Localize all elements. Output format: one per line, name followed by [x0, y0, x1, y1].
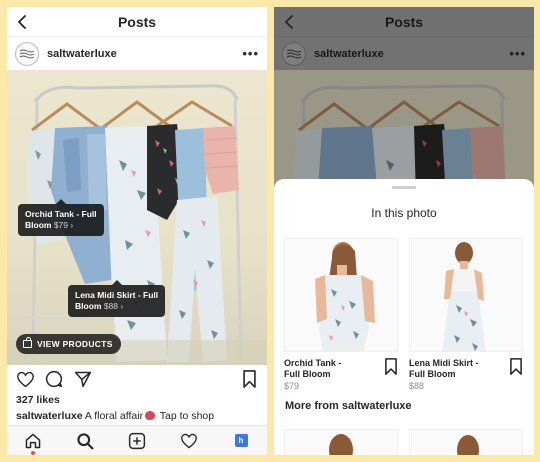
profile-avatar: h — [234, 434, 248, 447]
header: Posts — [7, 7, 267, 37]
view-products-label: VIEW PRODUCTS — [37, 339, 113, 349]
product-sheet-screen: Posts saltwaterluxe ••• In this photo Or… — [274, 7, 534, 455]
account-row: saltwaterluxe ••• — [7, 37, 267, 70]
model-photo — [315, 242, 375, 351]
product-sheet: In this photo Orchid Tank - Full Bloom $… — [274, 179, 534, 455]
tag-name-line2: Bloom — [75, 301, 102, 311]
product-image — [284, 238, 398, 352]
caption-username[interactable]: saltwaterluxe — [16, 410, 83, 422]
more-product-thumb[interactable] — [409, 429, 523, 455]
likes-count[interactable]: 327 likes — [16, 394, 60, 406]
home-icon[interactable] — [22, 430, 44, 455]
comment-icon[interactable] — [44, 369, 64, 389]
more-product-thumb[interactable] — [284, 429, 398, 455]
model-photo — [442, 242, 486, 351]
tag-price: $79 › — [53, 220, 74, 230]
product-price: $88 — [409, 381, 425, 391]
page-title: Posts — [117, 13, 157, 30]
product-card-lena-skirt[interactable]: Lena Midi Skirt - Full Bloom $88 — [409, 238, 523, 391]
sheet-title: In this photo — [371, 206, 437, 220]
product-name-line2: Full Bloom — [284, 369, 331, 379]
back-chevron-icon[interactable] — [15, 13, 31, 31]
more-dots-icon[interactable]: ••• — [242, 46, 259, 61]
waves-logo-icon — [19, 49, 35, 58]
model-photo — [329, 434, 353, 455]
product-tag-orchid-tank[interactable]: Orchid Tank - Full Bloom $79 › — [18, 199, 104, 236]
heart-icon[interactable] — [15, 369, 35, 389]
share-icon[interactable] — [73, 369, 93, 389]
post-actions — [7, 367, 267, 391]
more-from-heading: More from saltwaterluxe — [285, 400, 412, 412]
product-price: $79 — [284, 381, 300, 391]
tag-name-line2: Bloom — [25, 220, 52, 230]
product-name: Lena Midi Skirt - Full Bloom — [409, 358, 499, 380]
product-name-line1: Lena Midi Skirt - — [409, 358, 479, 368]
bookmark-icon[interactable] — [384, 358, 398, 375]
activity-icon[interactable] — [178, 430, 200, 452]
bottom-tab-bar: h — [7, 425, 267, 455]
caption: saltwaterluxe A floral affair Tap to sho… — [16, 410, 263, 422]
tag-name-line1: Orchid Tank - Full — [25, 209, 97, 219]
bookmark-icon[interactable] — [509, 358, 523, 375]
hibiscus-emoji-icon — [145, 411, 156, 420]
product-name-line2: Full Bloom — [409, 369, 456, 379]
model-photo — [457, 435, 479, 455]
new-post-icon[interactable] — [126, 430, 148, 452]
post-photo[interactable]: Orchid Tank - Full Bloom $79 › Lena Midi… — [7, 70, 267, 365]
shopping-bag-icon — [23, 337, 32, 348]
caption-cta: Tap to shop — [159, 410, 215, 422]
sheet-grabber[interactable] — [392, 186, 416, 189]
caption-text: A floral affair — [84, 410, 144, 422]
avatar[interactable] — [15, 41, 39, 66]
notification-dot — [31, 450, 35, 455]
tag-price: $88 › — [103, 301, 124, 311]
username-link[interactable]: saltwaterluxe — [47, 48, 242, 60]
product-card-orchid-tank[interactable]: Orchid Tank - Full Bloom $79 — [284, 238, 398, 391]
product-image — [409, 238, 523, 352]
bookmark-icon[interactable] — [239, 369, 259, 389]
post-screen: Posts saltwaterluxe ••• Orchid Tank - Fu… — [7, 7, 267, 455]
tag-name-line1: Lena Midi Skirt - Full — [75, 290, 159, 300]
view-products-button[interactable]: VIEW PRODUCTS — [16, 334, 121, 354]
product-name-line1: Orchid Tank - — [284, 358, 342, 368]
product-name: Orchid Tank - Full Bloom — [284, 358, 374, 380]
product-tag-lena-skirt[interactable]: Lena Midi Skirt - Full Bloom $88 › — [68, 280, 166, 317]
dim-overlay[interactable] — [274, 7, 534, 207]
search-icon[interactable] — [74, 430, 96, 452]
profile-icon[interactable]: h — [230, 430, 252, 452]
